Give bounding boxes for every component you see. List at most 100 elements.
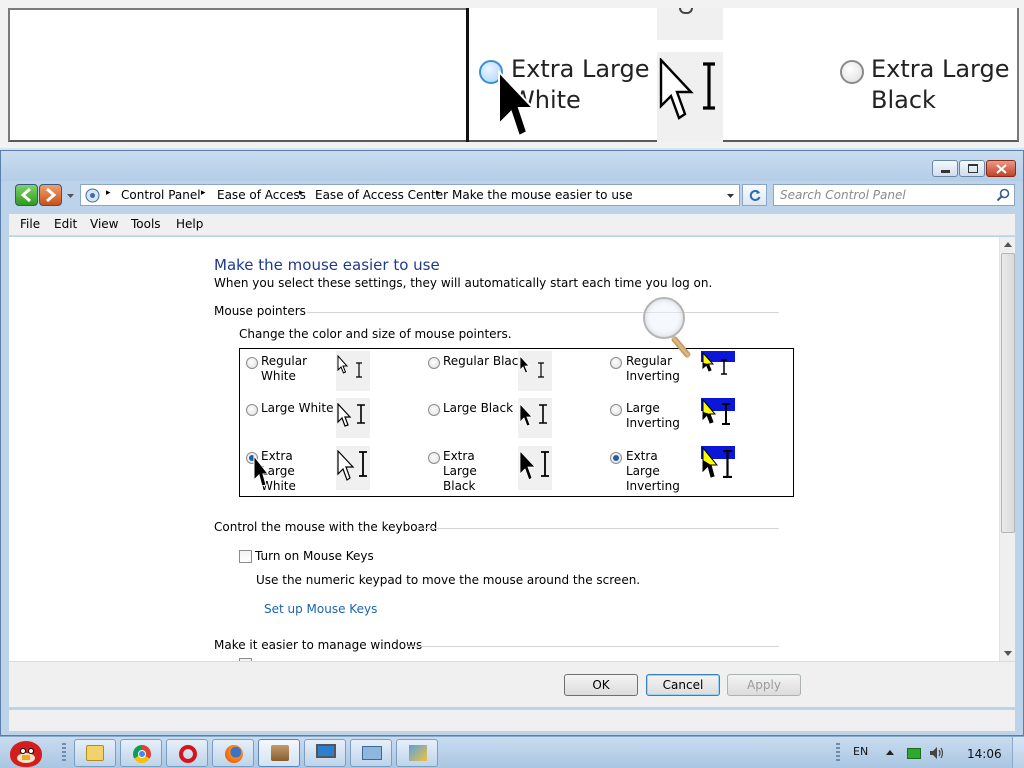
inverting-ibeam-pointer-icon (721, 359, 727, 375)
language-indicator[interactable]: EN (853, 745, 868, 758)
white-arrow-pointer-icon (337, 355, 349, 374)
text-ibeam-pointer-icon (538, 362, 544, 378)
radio-large-inverting[interactable] (610, 404, 622, 416)
radio-large-white[interactable] (246, 404, 258, 416)
control-panel-icon (85, 188, 100, 203)
section-heading-windows: Make it easier to manage windows (214, 638, 423, 652)
mouse-keys-checkbox[interactable] (239, 550, 252, 563)
menu-edit[interactable]: Edit (54, 217, 77, 231)
back-button[interactable] (15, 184, 38, 206)
breadcrumb-arrow-icon[interactable]: ▸ (436, 188, 441, 198)
label-regular-white[interactable]: Regular White (261, 354, 325, 384)
address-dropdown-icon[interactable] (726, 193, 735, 199)
magnifier-radio-extra-large-black (840, 60, 864, 84)
taskbar-opera-button[interactable] (166, 739, 208, 767)
clock[interactable]: 14:06 (967, 747, 1002, 761)
volume-icon[interactable] (929, 746, 945, 760)
breadcrumb-ease-of-access-center[interactable]: Ease of Access Center (315, 188, 448, 202)
menu-view[interactable]: View (90, 217, 118, 231)
inverting-arrow-pointer-icon (702, 352, 715, 372)
tray-grip (836, 743, 840, 763)
section-divider (407, 646, 779, 647)
angry-birds-icon[interactable] (4, 737, 48, 768)
search-input[interactable] (780, 187, 990, 203)
mouse-cursor-icon (498, 70, 533, 138)
scroll-up-icon[interactable] (1004, 242, 1012, 247)
inverting-arrow-pointer-icon (702, 447, 719, 478)
menu-tools[interactable]: Tools (131, 217, 161, 231)
black-arrow-pointer-icon (519, 355, 530, 374)
label-large-white[interactable]: Large White (261, 401, 333, 416)
app-icon (271, 745, 289, 761)
menu-file[interactable]: File (20, 217, 40, 231)
preview-regular-inverting (701, 351, 735, 391)
show-hidden-icons-icon[interactable] (886, 749, 894, 755)
cancel-button[interactable]: Cancel (646, 674, 720, 696)
taskbar-explorer-button[interactable] (74, 739, 116, 767)
label-regular-inverting[interactable]: Regular Inverting (626, 354, 696, 384)
text-ibeam-pointer-icon (541, 451, 549, 477)
taskbar-monitor-button[interactable] (304, 739, 346, 767)
settings-icon (409, 745, 427, 761)
navigation-bar: ▸ Control Panel ▸ Ease of Access ▸ Ease … (1, 181, 1023, 211)
mouse-keys-label[interactable]: Turn on Mouse Keys (255, 549, 374, 563)
search-box[interactable] (773, 184, 1015, 206)
scroll-down-icon[interactable] (1004, 651, 1012, 656)
control-panel-window: ▸ Control Panel ▸ Ease of Access ▸ Ease … (0, 150, 1024, 736)
ok-button[interactable]: OK (564, 674, 638, 696)
taskbar-settings-button[interactable] (396, 739, 438, 767)
breadcrumb-ease-of-access[interactable]: Ease of Access (217, 188, 306, 202)
vertical-scrollbar[interactable] (999, 237, 1015, 661)
scroll-thumb[interactable] (1001, 253, 1015, 533)
minimize-button[interactable] (932, 160, 958, 177)
preview-regular-black (518, 351, 552, 391)
apply-button[interactable]: Apply (727, 674, 801, 696)
menu-help[interactable]: Help (176, 217, 203, 231)
label-large-black[interactable]: Large Black (443, 401, 513, 416)
address-bar[interactable]: ▸ Control Panel ▸ Ease of Access ▸ Ease … (80, 184, 740, 206)
show-desktop-button[interactable] (1012, 737, 1024, 768)
section-divider (417, 528, 779, 529)
recent-pages-chevron-icon[interactable] (66, 193, 75, 199)
magnifier-preview-fragment (657, 8, 723, 40)
maximize-button[interactable] (959, 160, 985, 177)
taskbar-firefox-button[interactable] (212, 739, 254, 767)
taskbar: EN 14:06 (0, 736, 1024, 768)
restore-icon (968, 164, 978, 173)
radio-regular-inverting[interactable] (610, 357, 622, 369)
label-extra-large-inverting[interactable]: Extra Large Inverting (626, 449, 692, 494)
breadcrumb-arrow-icon[interactable]: ▸ (106, 188, 111, 198)
taskbar-network-button[interactable] (350, 739, 392, 767)
label-extra-large-black[interactable]: Extra Large Black (443, 449, 509, 494)
radio-regular-white[interactable] (246, 357, 258, 369)
search-icon[interactable] (996, 188, 1010, 202)
breadcrumb-arrow-icon[interactable]: ▸ (299, 188, 304, 198)
radio-extra-large-black[interactable] (428, 452, 440, 464)
taskbar-app-button[interactable] (258, 739, 300, 767)
mouse-keys-description: Use the numeric keypad to move the mouse… (256, 573, 641, 587)
forward-arrow-icon (46, 187, 57, 203)
taskbar-chrome-button[interactable] (120, 739, 162, 767)
radio-large-black[interactable] (428, 404, 440, 416)
breadcrumb-control-panel[interactable]: Control Panel (121, 188, 201, 202)
forward-button[interactable] (39, 184, 62, 206)
radio-regular-black[interactable] (428, 357, 440, 369)
text-ibeam-pointer-icon (539, 404, 547, 424)
refresh-button[interactable] (742, 184, 767, 206)
preview-large-white (336, 398, 370, 438)
network-status-icon[interactable] (907, 748, 921, 759)
close-button[interactable] (986, 160, 1016, 177)
close-icon (996, 164, 1007, 174)
radio-extra-large-inverting[interactable] (610, 452, 622, 464)
back-arrow-icon (20, 187, 31, 203)
title-bar[interactable] (1, 151, 1023, 181)
label-large-inverting[interactable]: Large Inverting (626, 401, 686, 431)
setup-mouse-keys-link[interactable]: Set up Mouse Keys (264, 602, 377, 616)
magnifier-view: Extra Large White Extra Large Black (0, 0, 1024, 148)
minimize-icon (941, 170, 950, 173)
breadcrumb-current-page[interactable]: Make the mouse easier to use (452, 188, 633, 202)
breadcrumb-arrow-icon[interactable]: ▸ (201, 188, 206, 198)
label-extra-large-white[interactable]: Extra Large White (261, 449, 327, 494)
magnifier-preview-white (657, 52, 723, 142)
label-regular-black[interactable]: Regular Black (443, 354, 525, 369)
